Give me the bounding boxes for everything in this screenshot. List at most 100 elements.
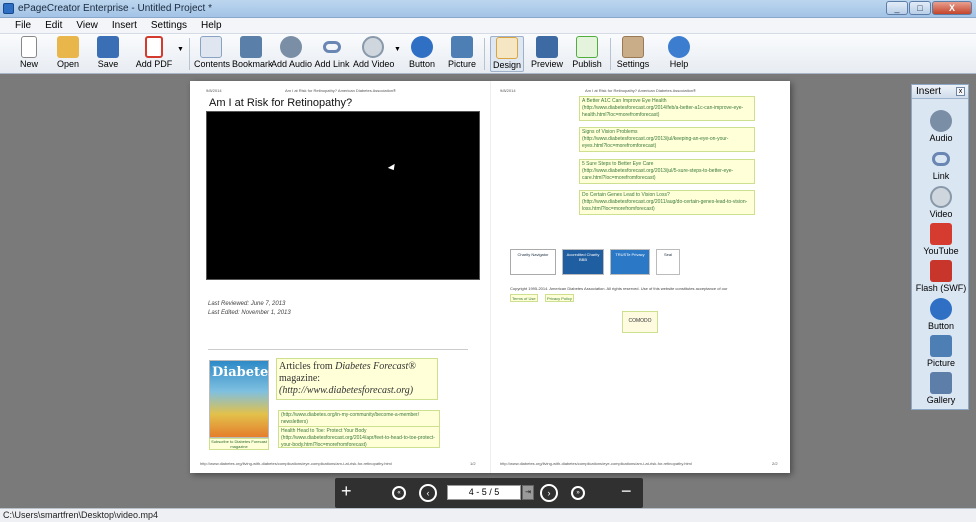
minimize-button[interactable]: _ [886,1,908,15]
truste-badge[interactable]: TRUSTe Privacy [610,249,650,275]
design-button[interactable]: Design [490,36,524,72]
status-bar: C:\Users\smartfren\Desktop\video.mp4 [0,508,976,522]
chain-link-icon [323,41,341,53]
design-pencil-icon [496,37,518,59]
publish-button[interactable]: Publish [571,36,603,72]
insert-flash-swf[interactable]: Flash (SWF) [912,260,970,293]
next-page-button[interactable]: › [540,484,558,502]
articles-url: (http://www.diabetesforecast.org) [279,385,414,396]
last-reviewed: Last Reviewed: June 7, 2013 [208,301,286,307]
bbb-badge[interactable]: Accredited Charity BBB [562,249,604,275]
contents-button[interactable]: Contents [194,36,230,72]
first-page-button[interactable]: « [392,486,406,500]
newsletter-link[interactable]: (http://www.diabetes.org/in-my-community… [278,410,440,427]
magazine-cover-image[interactable]: Diabetes [209,360,276,438]
button-button[interactable]: Button [407,36,437,72]
comodo-badge[interactable]: COMODO [622,311,658,333]
help-button[interactable]: Help [664,36,694,72]
add-pdf-button[interactable]: Add PDF [134,36,174,72]
add-video-dropdown-arrow[interactable]: ▼ [394,46,401,53]
maximize-button[interactable]: □ [909,1,931,15]
close-button[interactable]: X [932,1,972,15]
link-eye-care-title: 5 Sure Steps to Better Eye Care [582,161,654,167]
health-head-to-toe-link[interactable]: Health Head to Toe: Protect Your Body (h… [278,426,440,448]
video-player[interactable] [206,111,480,280]
folder-open-icon [57,36,79,58]
link-genes-vision-loss[interactable]: Do Certain Genes Lead to Vision Loss? (h… [579,190,755,215]
link-vision-problems-title: Signs of Vision Problems [582,129,638,135]
privacy-policy-link[interactable]: Privacy Policy [545,294,574,302]
insert-panel: Insert x Audio Link Video YouTube Flash … [911,84,969,410]
last-page-button[interactable]: » [571,486,585,500]
save-button[interactable]: Save [93,36,123,72]
insert-button[interactable]: Button [912,298,970,331]
new-document-icon [21,36,37,58]
app-icon [3,3,14,14]
film-reel-icon [930,186,952,208]
newsletter-link-text: (http://www.diabetes.org/in-my-community… [281,412,420,418]
left-header-title: Am I at Risk for Retinopathy? American D… [285,88,396,93]
insert-youtube[interactable]: YouTube [912,223,970,256]
speaker-icon [930,110,952,132]
add-pdf-dropdown-arrow[interactable]: ▼ [177,46,184,53]
button-icon [930,298,952,320]
right-header-date: 9/8/2014 [500,88,516,93]
link-vision-problems-url: (http://www.diabetesforecast.org/2013/ju… [582,136,729,149]
go-to-page-button[interactable]: ⇥ [522,485,534,500]
page-divider [490,81,491,473]
magazine-caption-link[interactable]: Subscribe to Diabetes Forecast magazine [209,438,269,450]
toolbar-separator [189,38,190,70]
settings-button[interactable]: Settings [616,36,650,72]
bookmark-icon [240,36,262,58]
seal-badge[interactable]: Seal [656,249,680,275]
flash-icon [930,260,952,282]
preview-icon [536,36,558,58]
gallery-camera-icon [930,372,952,394]
terms-of-use-link[interactable]: Terms of Use [510,294,538,302]
link-genes-url: (http://www.diabetesforecast.org/2011/au… [582,199,748,212]
insert-video[interactable]: Video [912,186,970,219]
left-footer-page: 1/2 [470,461,476,466]
divider-line [208,349,468,350]
menu-settings[interactable]: Settings [144,18,194,33]
insert-picture[interactable]: Picture [912,335,970,368]
charity-navigator-badge[interactable]: Charity Navigator [510,249,556,275]
right-header-title: Am I at Risk for Retinopathy? American D… [585,88,696,93]
zoom-out-icon[interactable]: − [621,481,632,501]
newsletter-link-text-2: newsletters) [281,419,308,425]
menu-edit[interactable]: Edit [38,18,69,33]
menu-view[interactable]: View [69,18,105,33]
mouse-cursor [387,163,398,173]
add-link-button[interactable]: Add Link [314,36,350,72]
bookmark-button[interactable]: Bookmark [232,36,273,72]
settings-gear-icon [622,36,644,58]
add-video-button[interactable]: Add Video [353,36,394,72]
health-link-title: Health Head to Toe: Protect Your Body [281,428,367,434]
link-vision-problems[interactable]: Signs of Vision Problems (http://www.dia… [579,127,755,152]
insert-audio[interactable]: Audio [912,110,970,143]
new-button[interactable]: New [14,36,44,72]
link-eye-care[interactable]: 5 Sure Steps to Better Eye Care (http://… [579,159,755,184]
menu-file[interactable]: File [8,18,38,33]
link-better-a1c[interactable]: A Better A1C Can Improve Eye Health (htt… [579,96,755,121]
floppy-disk-icon [97,36,119,58]
preview-button[interactable]: Preview [530,36,564,72]
page-number-input[interactable]: 4 - 5 / 5 [447,485,521,500]
open-button[interactable]: Open [53,36,83,72]
last-edited: Last Edited: November 1, 2013 [208,310,291,316]
menu-insert[interactable]: Insert [105,18,144,33]
zoom-in-icon[interactable]: + [341,481,352,501]
articles-heading-box[interactable]: Articles from Diabetes Forecast® magazin… [276,358,438,400]
insert-link[interactable]: Link [912,148,970,181]
prev-page-button[interactable]: ‹ [419,484,437,502]
articles-heading-2: Diabetes Forecast [335,361,409,372]
link-eye-care-url: (http://www.diabetesforecast.org/2013/ju… [582,168,734,181]
help-icon [668,36,690,58]
health-link-url: (http://www.diabetesforecast.org/2014/ap… [281,435,435,448]
insert-gallery[interactable]: Gallery [912,372,970,405]
picture-button[interactable]: Picture [447,36,477,72]
button-icon [411,36,433,58]
insert-panel-close-icon[interactable]: x [956,87,965,96]
menu-help[interactable]: Help [194,18,229,33]
add-audio-button[interactable]: Add Audio [271,36,312,72]
